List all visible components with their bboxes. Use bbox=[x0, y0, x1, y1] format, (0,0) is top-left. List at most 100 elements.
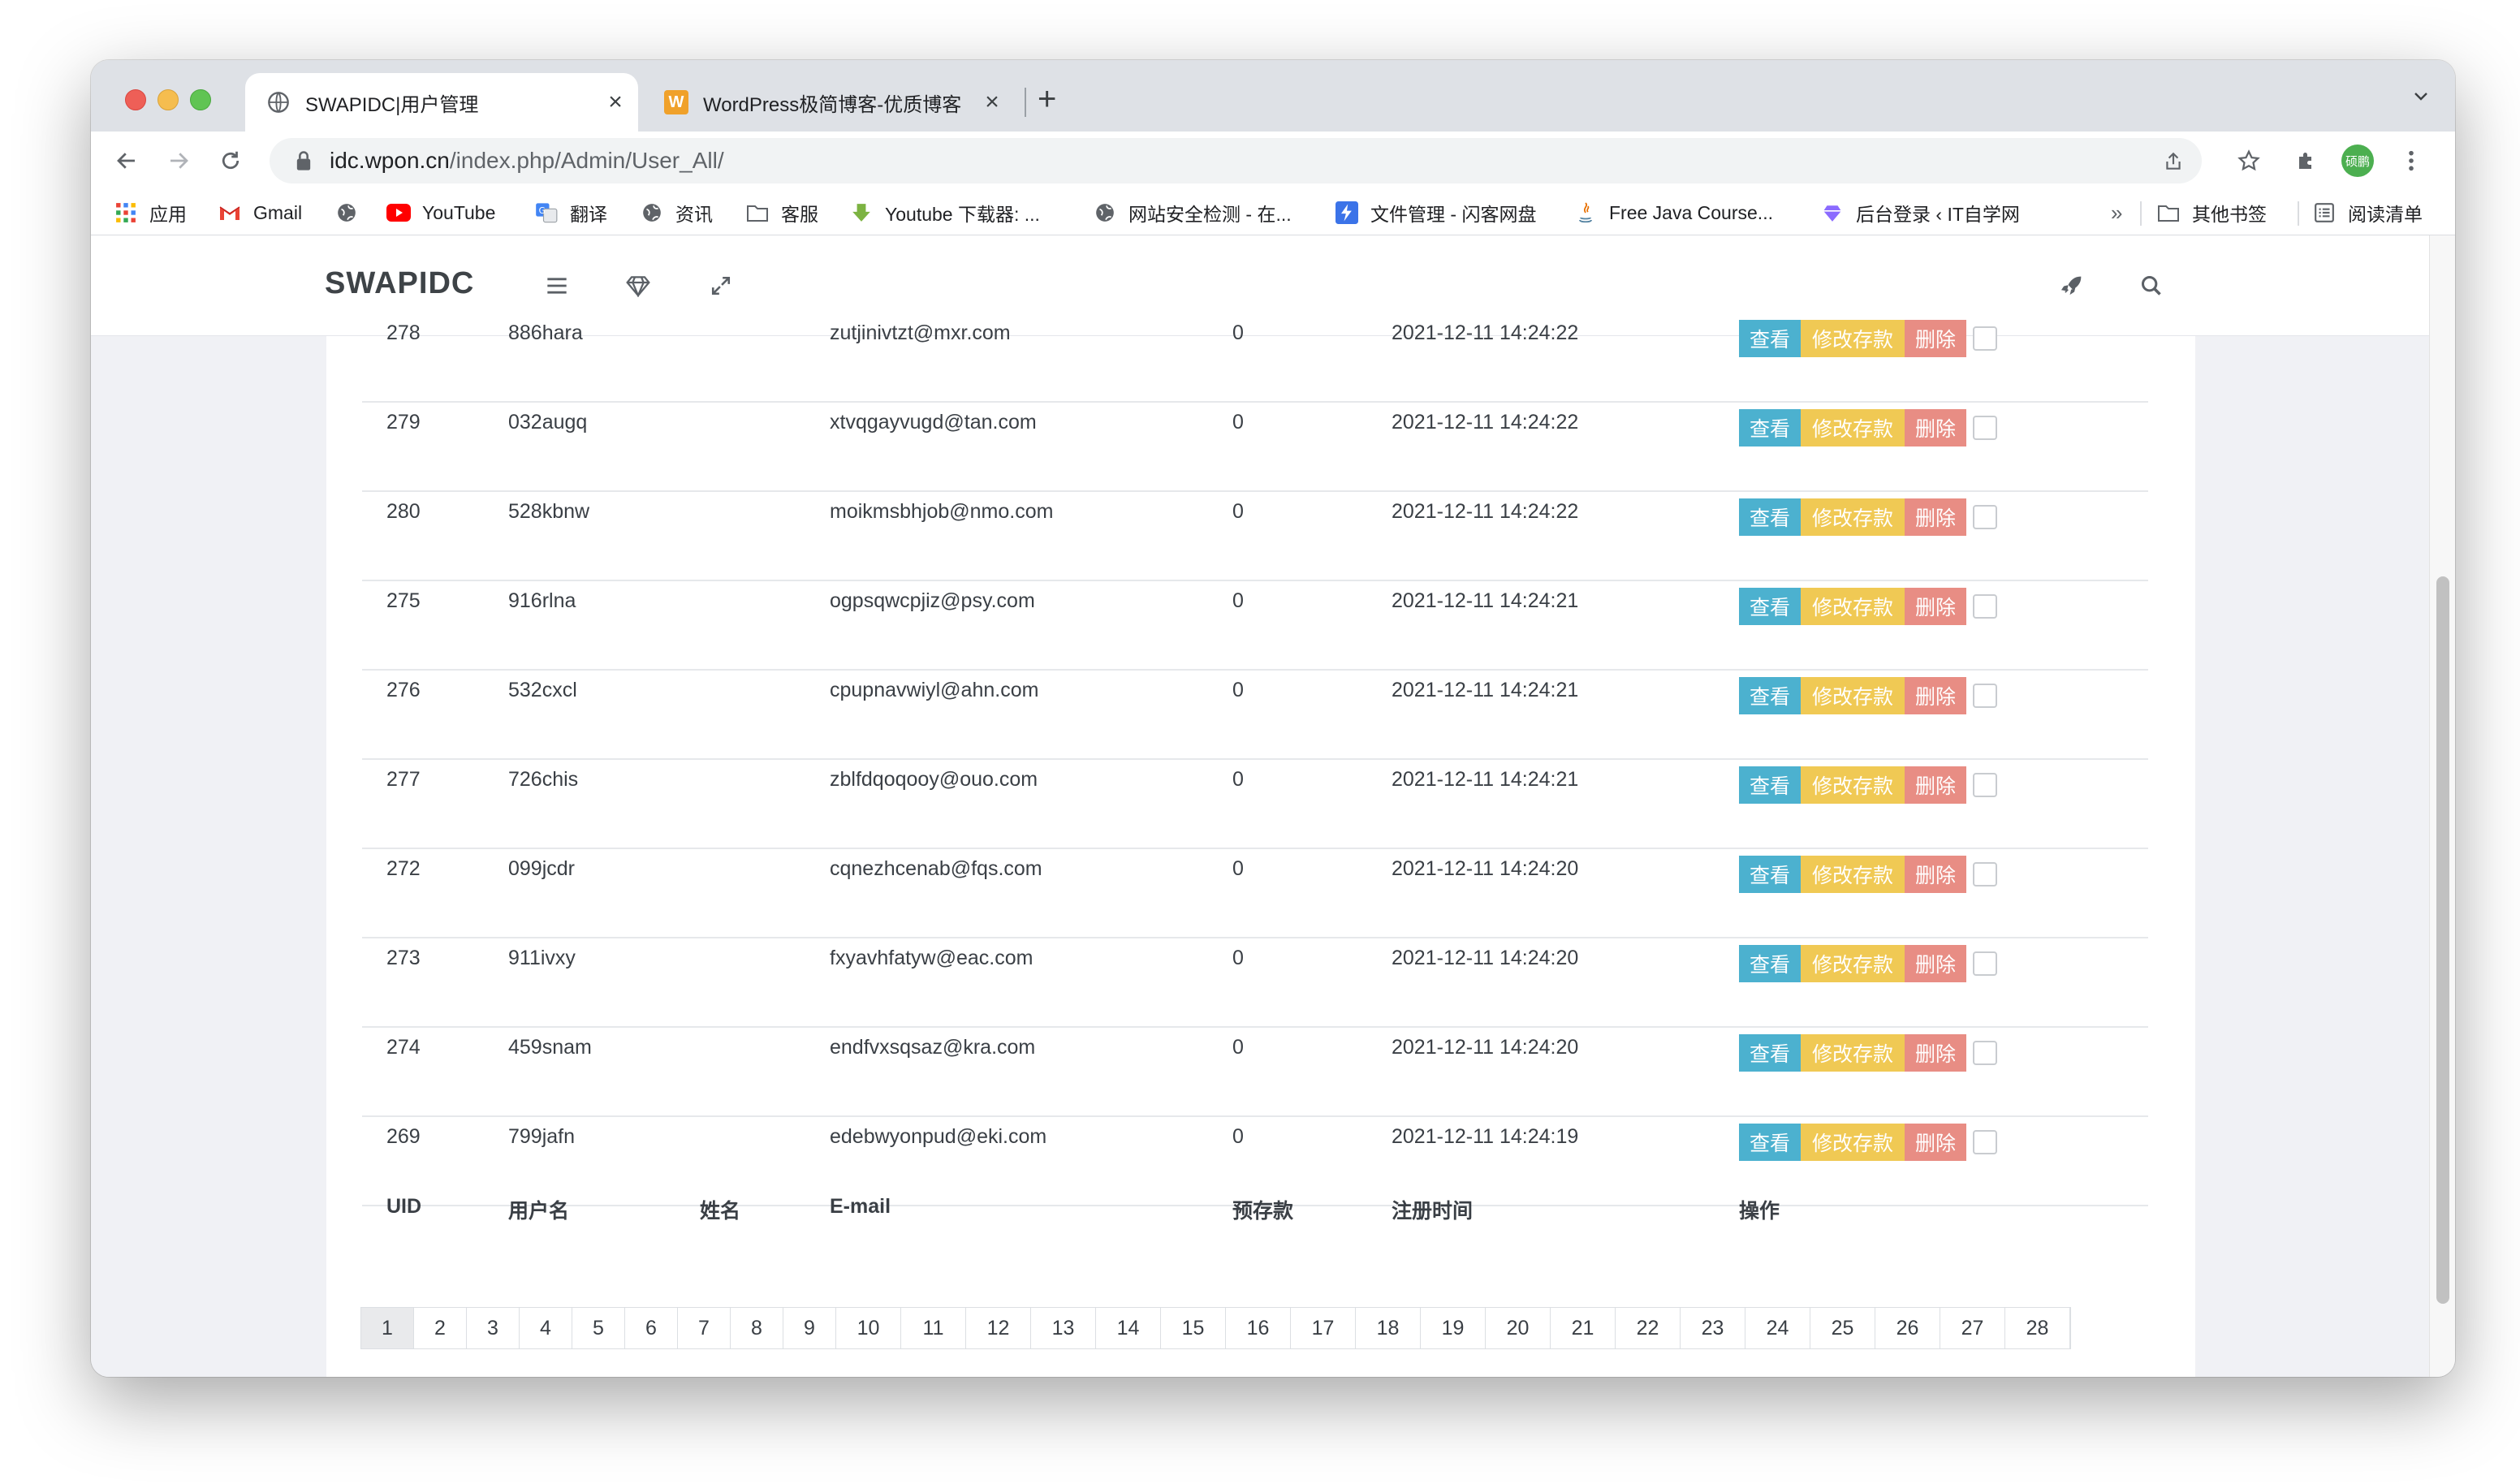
page-link[interactable]: 24 bbox=[1745, 1308, 1810, 1348]
view-button[interactable]: 查看 bbox=[1739, 945, 1801, 982]
bookmark-security-check[interactable]: 网站安全检测 - 在... bbox=[1093, 200, 1292, 226]
view-button[interactable]: 查看 bbox=[1739, 320, 1801, 357]
diamond-icon[interactable] bbox=[622, 270, 654, 302]
page-link[interactable]: 17 bbox=[1291, 1308, 1356, 1348]
page-link[interactable]: 25 bbox=[1810, 1308, 1875, 1348]
page-link[interactable]: 21 bbox=[1551, 1308, 1616, 1348]
url-text[interactable]: idc.wpon.cn/index.php/Admin/User_All/ bbox=[330, 148, 724, 174]
tab-wordpress[interactable]: W WordPress极简博客-优质博客 × bbox=[648, 73, 1015, 132]
row-select-checkbox[interactable] bbox=[1973, 1041, 1997, 1065]
bookmark-youtube[interactable]: YouTube bbox=[386, 200, 495, 226]
delete-button[interactable]: 删除 bbox=[1905, 498, 1966, 536]
bookmark-star-icon[interactable] bbox=[2234, 146, 2263, 175]
page-link[interactable]: 19 bbox=[1421, 1308, 1486, 1348]
delete-button[interactable]: 删除 bbox=[1905, 945, 1966, 982]
row-select-checkbox[interactable] bbox=[1973, 951, 1997, 976]
view-button[interactable]: 查看 bbox=[1739, 1034, 1801, 1072]
page-link[interactable]: 9 bbox=[783, 1308, 836, 1348]
tab-swapidc[interactable]: SWAPIDC|用户管理 × bbox=[245, 73, 638, 132]
bookmark-file-manager[interactable]: 文件管理 - 闪客网盘 bbox=[1335, 200, 1536, 226]
view-button[interactable]: 查看 bbox=[1739, 588, 1801, 625]
row-select-checkbox[interactable] bbox=[1973, 684, 1997, 708]
bookmark-youtube-downloader[interactable]: Youtube 下载器: ... bbox=[849, 200, 1040, 226]
header-uid[interactable]: UID bbox=[386, 1195, 421, 1219]
bookmark-it-admin[interactable]: 后台登录 ‹ IT自学网 bbox=[1820, 200, 2020, 226]
bookmark-support[interactable]: 客服 bbox=[745, 200, 818, 226]
delete-button[interactable]: 删除 bbox=[1905, 766, 1966, 804]
tab-search-chevron-icon[interactable] bbox=[2411, 86, 2431, 111]
hamburger-menu-icon[interactable] bbox=[541, 270, 573, 302]
scrollbar-thumb[interactable] bbox=[2436, 576, 2449, 1304]
page-link[interactable]: 28 bbox=[2005, 1308, 2070, 1348]
forward-arrow-icon[interactable] bbox=[162, 145, 195, 177]
close-window-button[interactable] bbox=[125, 89, 146, 110]
other-bookmarks[interactable]: 其他书签 bbox=[2156, 200, 2267, 226]
view-button[interactable]: 查看 bbox=[1739, 766, 1801, 804]
page-link[interactable]: 15 bbox=[1161, 1308, 1226, 1348]
minimize-window-button[interactable] bbox=[158, 89, 179, 110]
page-link[interactable]: 10 bbox=[836, 1308, 901, 1348]
edit-balance-button[interactable]: 修改存款 bbox=[1801, 1034, 1905, 1072]
rocket-icon[interactable] bbox=[2056, 270, 2088, 302]
header-balance[interactable]: 预存款 bbox=[1232, 1195, 1293, 1224]
view-button[interactable]: 查看 bbox=[1739, 498, 1801, 536]
delete-button[interactable]: 删除 bbox=[1905, 677, 1966, 714]
page-link[interactable]: 7 bbox=[678, 1308, 731, 1348]
page-link[interactable]: 22 bbox=[1616, 1308, 1681, 1348]
page-link[interactable]: 12 bbox=[966, 1308, 1031, 1348]
bookmark-translate[interactable]: G 翻译 bbox=[534, 200, 607, 226]
reload-icon[interactable] bbox=[214, 145, 247, 177]
back-arrow-icon[interactable] bbox=[110, 145, 143, 177]
page-link[interactable]: 16 bbox=[1226, 1308, 1291, 1348]
header-regtime[interactable]: 注册时间 bbox=[1392, 1195, 1473, 1224]
view-button[interactable]: 查看 bbox=[1739, 409, 1801, 446]
page-link[interactable]: 1 bbox=[361, 1308, 414, 1348]
bookmark-news[interactable]: 资讯 bbox=[640, 200, 713, 226]
row-select-checkbox[interactable] bbox=[1973, 416, 1997, 440]
tab-close-icon[interactable]: × bbox=[976, 88, 1008, 116]
delete-button[interactable]: 删除 bbox=[1905, 1034, 1966, 1072]
page-link[interactable]: 11 bbox=[901, 1308, 966, 1348]
edit-balance-button[interactable]: 修改存款 bbox=[1801, 498, 1905, 536]
page-link[interactable]: 13 bbox=[1031, 1308, 1096, 1348]
row-select-checkbox[interactable] bbox=[1973, 594, 1997, 619]
edit-balance-button[interactable]: 修改存款 bbox=[1801, 409, 1905, 446]
row-select-checkbox[interactable] bbox=[1973, 505, 1997, 529]
page-link[interactable]: 4 bbox=[520, 1308, 572, 1348]
reading-list[interactable]: 阅读清单 bbox=[2312, 200, 2423, 226]
page-link[interactable]: 8 bbox=[731, 1308, 783, 1348]
lock-icon[interactable] bbox=[294, 149, 317, 172]
header-name[interactable]: 姓名 bbox=[700, 1195, 740, 1224]
view-button[interactable]: 查看 bbox=[1739, 856, 1801, 893]
share-icon[interactable] bbox=[2161, 149, 2186, 174]
edit-balance-button[interactable]: 修改存款 bbox=[1801, 588, 1905, 625]
extensions-puzzle-icon[interactable] bbox=[2293, 146, 2322, 175]
row-select-checkbox[interactable] bbox=[1973, 862, 1997, 887]
page-link[interactable]: 18 bbox=[1356, 1308, 1421, 1348]
header-username[interactable]: 用户名 bbox=[508, 1195, 569, 1224]
search-icon[interactable] bbox=[2135, 270, 2168, 302]
header-email[interactable]: E-mail bbox=[830, 1195, 891, 1219]
edit-balance-button[interactable]: 修改存款 bbox=[1801, 856, 1905, 893]
delete-button[interactable]: 删除 bbox=[1905, 588, 1966, 625]
edit-balance-button[interactable]: 修改存款 bbox=[1801, 677, 1905, 714]
edit-balance-button[interactable]: 修改存款 bbox=[1801, 766, 1905, 804]
edit-balance-button[interactable]: 修改存款 bbox=[1801, 320, 1905, 357]
row-select-checkbox[interactable] bbox=[1973, 326, 1997, 351]
page-link[interactable]: 2 bbox=[414, 1308, 467, 1348]
bookmark-globe[interactable] bbox=[334, 200, 370, 226]
delete-button[interactable]: 删除 bbox=[1905, 409, 1966, 446]
profile-avatar[interactable]: 硕鹏 bbox=[2341, 145, 2374, 177]
delete-button[interactable]: 删除 bbox=[1905, 1124, 1966, 1161]
fullscreen-expand-icon[interactable] bbox=[705, 270, 737, 302]
brand-logo[interactable]: SWAPIDC bbox=[325, 266, 474, 301]
page-link[interactable]: 20 bbox=[1486, 1308, 1551, 1348]
edit-balance-button[interactable]: 修改存款 bbox=[1801, 1124, 1905, 1161]
page-link[interactable]: 26 bbox=[1875, 1308, 1940, 1348]
row-select-checkbox[interactable] bbox=[1973, 1130, 1997, 1154]
delete-button[interactable]: 删除 bbox=[1905, 856, 1966, 893]
view-button[interactable]: 查看 bbox=[1739, 677, 1801, 714]
page-link[interactable]: 23 bbox=[1681, 1308, 1745, 1348]
view-button[interactable]: 查看 bbox=[1739, 1124, 1801, 1161]
page-link[interactable]: 14 bbox=[1096, 1308, 1161, 1348]
